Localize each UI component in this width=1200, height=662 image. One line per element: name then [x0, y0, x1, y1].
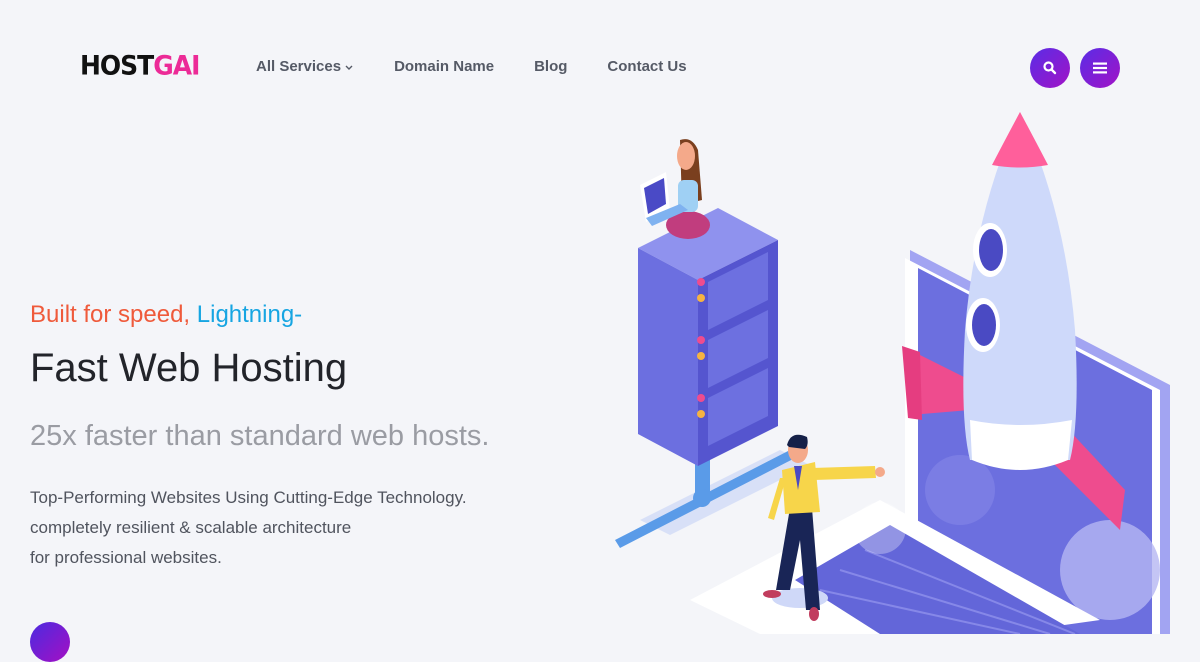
woman-figure: [640, 139, 710, 239]
hamburger-menu-icon: [1093, 62, 1107, 74]
server-rack: [638, 208, 778, 466]
network-cable: [615, 450, 810, 548]
tagline-lightning: Lightning-: [196, 301, 303, 328]
nav-item-label: All Services: [256, 58, 342, 75]
nav-item-domain-name[interactable]: Domain Name: [394, 58, 494, 76]
description-line: for professional websites.: [30, 548, 222, 567]
logo-text-host: HOST: [80, 50, 154, 81]
nav-item-contact-us[interactable]: Contact Us: [607, 58, 686, 76]
hero-tagline: Built for speed, Lightning-: [30, 300, 302, 330]
main-nav: All Services Domain Name Blog Contact Us: [256, 58, 687, 76]
logo[interactable]: HOSTGAI: [80, 49, 200, 83]
cta-button[interactable]: [30, 622, 70, 662]
hero-title: Fast Web Hosting: [30, 346, 348, 390]
search-button[interactable]: [1030, 48, 1070, 88]
nav-item-label: Contact Us: [607, 58, 687, 75]
nav-item-label: Blog: [534, 58, 568, 75]
hero-subtitle: 25x faster than standard web hosts.: [30, 420, 490, 452]
hero-description: Top-Performing Websites Using Cutting-Ed…: [30, 483, 467, 573]
tagline-speed: Built for speed,: [30, 301, 191, 328]
nav-item-label: Domain Name: [394, 58, 495, 75]
search-icon: [1043, 61, 1057, 75]
description-line: Top-Performing Websites Using Cutting-Ed…: [30, 488, 467, 507]
hero-illustration: [615, 112, 1170, 634]
chevron-down-icon: [345, 65, 353, 70]
description-line: completely resilient & scalable architec…: [30, 518, 352, 537]
nav-item-all-services[interactable]: All Services: [256, 58, 354, 76]
logo-text-gai: GAI: [153, 50, 200, 81]
nav-item-blog[interactable]: Blog: [534, 58, 567, 76]
menu-button[interactable]: [1080, 48, 1120, 88]
